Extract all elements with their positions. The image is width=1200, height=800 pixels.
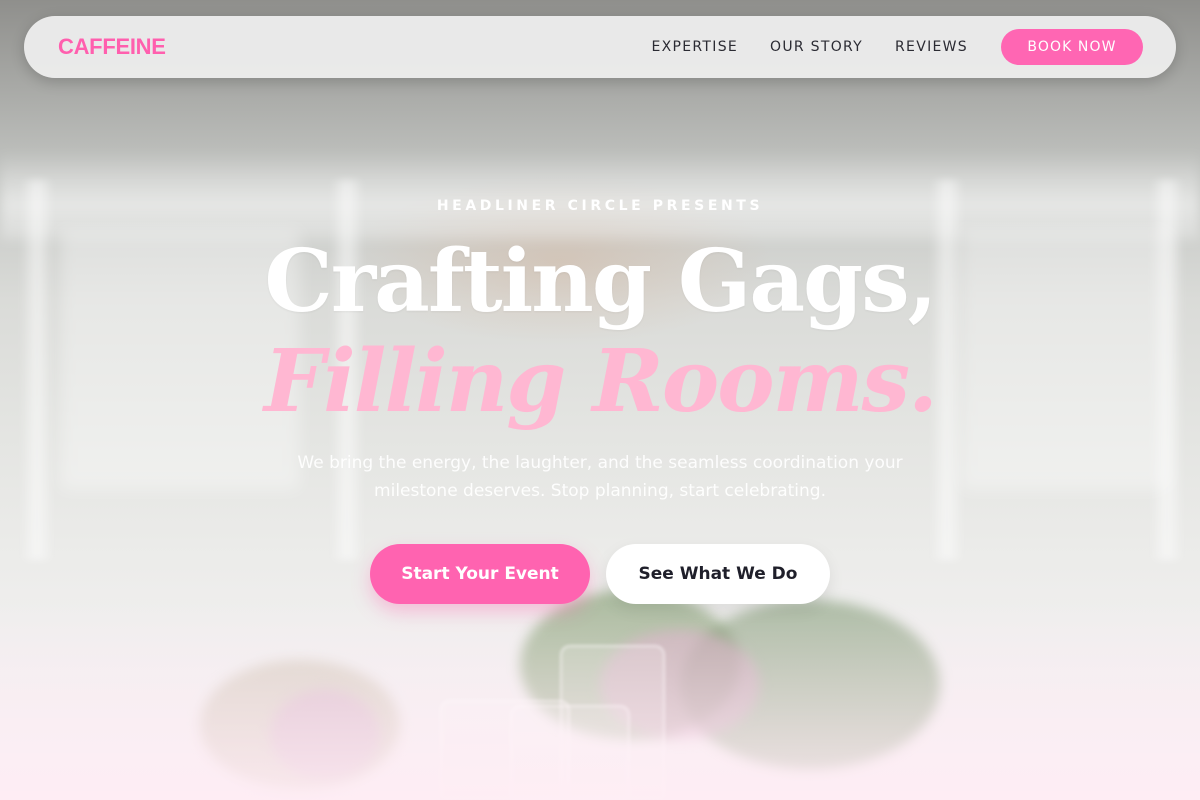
- hero-cta-group: Start Your Event See What We Do: [0, 544, 1200, 604]
- see-what-we-do-button[interactable]: See What We Do: [606, 544, 830, 604]
- hero-subtitle: We bring the energy, the laughter, and t…: [297, 453, 903, 501]
- start-your-event-button[interactable]: Start Your Event: [370, 544, 590, 604]
- hero-section: HEADLINER CIRCLE PRESENTS Crafting Gags,…: [0, 0, 1200, 800]
- hero-eyebrow: HEADLINER CIRCLE PRESENTS: [436, 198, 764, 214]
- hero-title-line1: Crafting Gags,: [264, 231, 937, 332]
- hero-title-line2: Filling Rooms.: [264, 331, 938, 432]
